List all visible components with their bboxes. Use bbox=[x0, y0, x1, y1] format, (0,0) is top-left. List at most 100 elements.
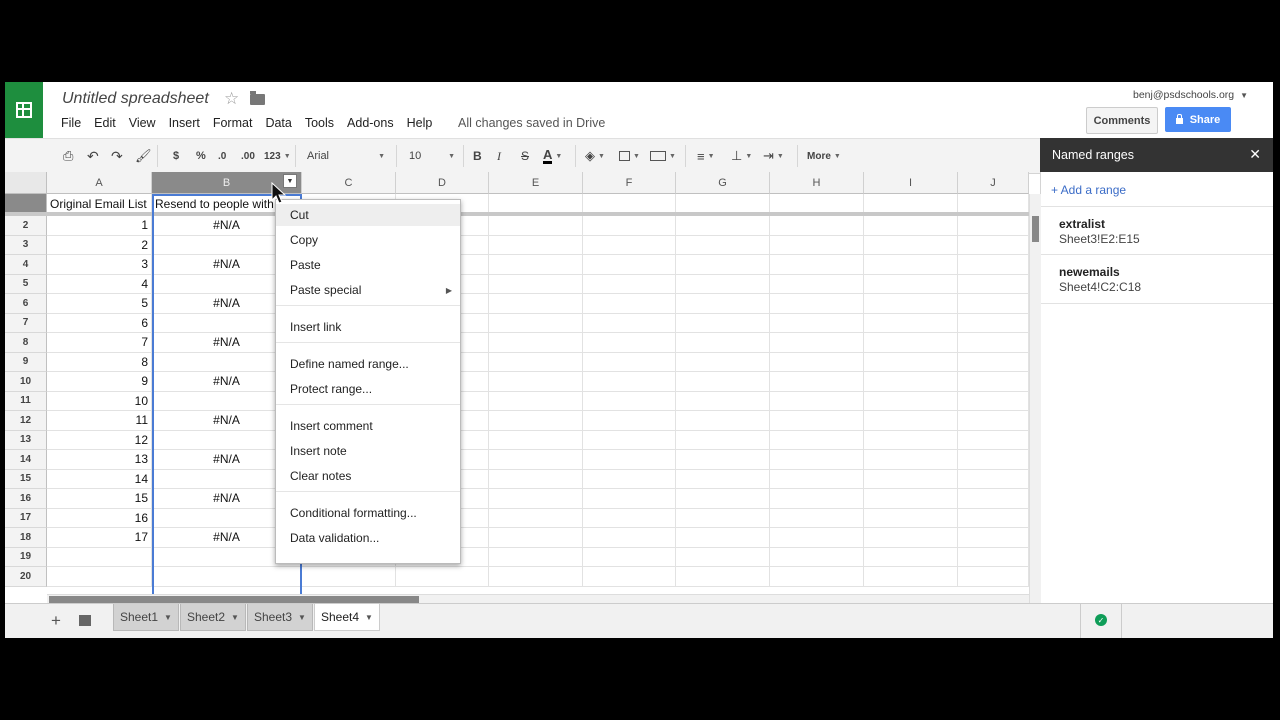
cell[interactable] bbox=[770, 508, 864, 528]
cell[interactable] bbox=[676, 508, 770, 528]
cell[interactable] bbox=[489, 235, 583, 255]
cell-a[interactable]: 17 bbox=[47, 528, 152, 548]
cell-a[interactable]: 13 bbox=[47, 450, 152, 470]
cell[interactable] bbox=[958, 508, 1029, 528]
cell[interactable] bbox=[958, 372, 1029, 392]
add-sheet-icon[interactable]: + bbox=[51, 611, 61, 631]
cell[interactable] bbox=[958, 567, 1029, 587]
horizontal-align-button[interactable]: ≡ ▼ bbox=[697, 139, 715, 173]
cell[interactable] bbox=[676, 313, 770, 333]
row-header-14[interactable]: 14 bbox=[5, 450, 47, 470]
cell[interactable] bbox=[958, 352, 1029, 372]
vertical-align-button[interactable]: ⊥ ▼ bbox=[731, 139, 752, 173]
column-header-d[interactable]: D bbox=[396, 172, 489, 194]
cell[interactable] bbox=[489, 352, 583, 372]
row-header-18[interactable]: 18 bbox=[5, 528, 47, 548]
cell[interactable] bbox=[489, 567, 583, 587]
percent-format-button[interactable]: % bbox=[196, 139, 206, 173]
cell[interactable] bbox=[864, 255, 958, 275]
column-header-j[interactable]: J bbox=[958, 172, 1029, 194]
cell[interactable] bbox=[583, 274, 676, 294]
share-button[interactable]: Share bbox=[1165, 107, 1231, 132]
sheet-tab-active[interactable]: Sheet4 ▼ bbox=[314, 604, 380, 631]
fill-color-button[interactable]: ◈ ▼ bbox=[585, 139, 605, 173]
cell[interactable] bbox=[864, 450, 958, 470]
cell[interactable] bbox=[864, 235, 958, 255]
font-size-dropdown[interactable]: 10 ▼ bbox=[409, 139, 455, 173]
row-header-15[interactable]: 15 bbox=[5, 469, 47, 489]
decrease-decimal-button[interactable]: .0 bbox=[218, 139, 226, 173]
cell-a[interactable]: 10 bbox=[47, 391, 152, 411]
cell[interactable] bbox=[676, 528, 770, 548]
cell-a[interactable]: 4 bbox=[47, 274, 152, 294]
chevron-down-icon[interactable]: ▼ bbox=[231, 613, 239, 622]
scrollbar-thumb[interactable] bbox=[49, 596, 419, 603]
cell[interactable] bbox=[583, 372, 676, 392]
sheet-list-icon[interactable] bbox=[79, 615, 91, 626]
cell[interactable] bbox=[676, 235, 770, 255]
row-header-3[interactable]: 3 bbox=[5, 235, 47, 255]
cell[interactable] bbox=[770, 547, 864, 567]
row-header-17[interactable]: 17 bbox=[5, 508, 47, 528]
explore-button[interactable]: ✓ bbox=[1080, 603, 1122, 638]
cell[interactable] bbox=[958, 547, 1029, 567]
cell[interactable] bbox=[958, 333, 1029, 353]
cell[interactable] bbox=[583, 547, 676, 567]
cell[interactable] bbox=[864, 352, 958, 372]
cell[interactable] bbox=[676, 372, 770, 392]
cell[interactable] bbox=[864, 411, 958, 431]
cell[interactable] bbox=[958, 528, 1029, 548]
cell[interactable] bbox=[583, 294, 676, 314]
row-header-13[interactable]: 13 bbox=[5, 430, 47, 450]
row-header-7[interactable]: 7 bbox=[5, 313, 47, 333]
row-header-10[interactable]: 10 bbox=[5, 372, 47, 392]
column-header-c[interactable]: C bbox=[302, 172, 396, 194]
cell[interactable] bbox=[958, 391, 1029, 411]
cell-a[interactable] bbox=[47, 567, 152, 587]
menu-help[interactable]: Help bbox=[407, 116, 433, 130]
cell[interactable] bbox=[489, 411, 583, 431]
text-color-button[interactable]: A ▼ bbox=[543, 139, 562, 173]
context-menu-insert-comment[interactable]: Insert comment bbox=[276, 415, 460, 437]
cell-a[interactable]: 5 bbox=[47, 294, 152, 314]
cell[interactable] bbox=[676, 352, 770, 372]
row-header-6[interactable]: 6 bbox=[5, 294, 47, 314]
cell-a[interactable]: 14 bbox=[47, 469, 152, 489]
cell[interactable] bbox=[958, 489, 1029, 509]
cell[interactable] bbox=[770, 528, 864, 548]
cell[interactable] bbox=[676, 489, 770, 509]
cell[interactable] bbox=[489, 372, 583, 392]
cell[interactable] bbox=[676, 391, 770, 411]
row-header-5[interactable]: 5 bbox=[5, 274, 47, 294]
redo-icon[interactable]: ↷ bbox=[111, 139, 123, 173]
cell-a[interactable]: 3 bbox=[47, 255, 152, 275]
cell[interactable] bbox=[958, 430, 1029, 450]
cell[interactable] bbox=[489, 333, 583, 353]
cell[interactable] bbox=[958, 450, 1029, 470]
document-title[interactable]: Untitled spreadsheet bbox=[62, 90, 209, 108]
context-menu-insert-link[interactable]: Insert link bbox=[276, 316, 460, 338]
save-status[interactable]: All changes saved in Drive bbox=[458, 116, 605, 130]
cell[interactable] bbox=[583, 255, 676, 275]
cell[interactable] bbox=[489, 508, 583, 528]
cell[interactable] bbox=[676, 255, 770, 275]
row-header-1[interactable] bbox=[5, 194, 47, 214]
cell[interactable] bbox=[770, 430, 864, 450]
cell[interactable] bbox=[583, 450, 676, 470]
cell[interactable] bbox=[676, 567, 770, 587]
cell[interactable] bbox=[864, 391, 958, 411]
merge-cells-button[interactable]: ▼ bbox=[650, 139, 676, 173]
sheet-tab[interactable]: Sheet1 ▼ bbox=[113, 604, 179, 631]
column-header-e[interactable]: E bbox=[489, 172, 583, 194]
cell[interactable] bbox=[864, 333, 958, 353]
chevron-down-icon[interactable]: ▼ bbox=[365, 613, 373, 622]
cell[interactable] bbox=[770, 567, 864, 587]
context-menu-paste-special[interactable]: Paste special ▶ bbox=[276, 279, 460, 301]
cell[interactable] bbox=[770, 469, 864, 489]
chevron-down-icon[interactable]: ▼ bbox=[164, 613, 172, 622]
cell[interactable] bbox=[958, 469, 1029, 489]
sheet-tab[interactable]: Sheet3 ▼ bbox=[247, 604, 313, 631]
cell[interactable] bbox=[583, 567, 676, 587]
cell[interactable] bbox=[302, 567, 396, 587]
cell[interactable] bbox=[958, 194, 1029, 214]
